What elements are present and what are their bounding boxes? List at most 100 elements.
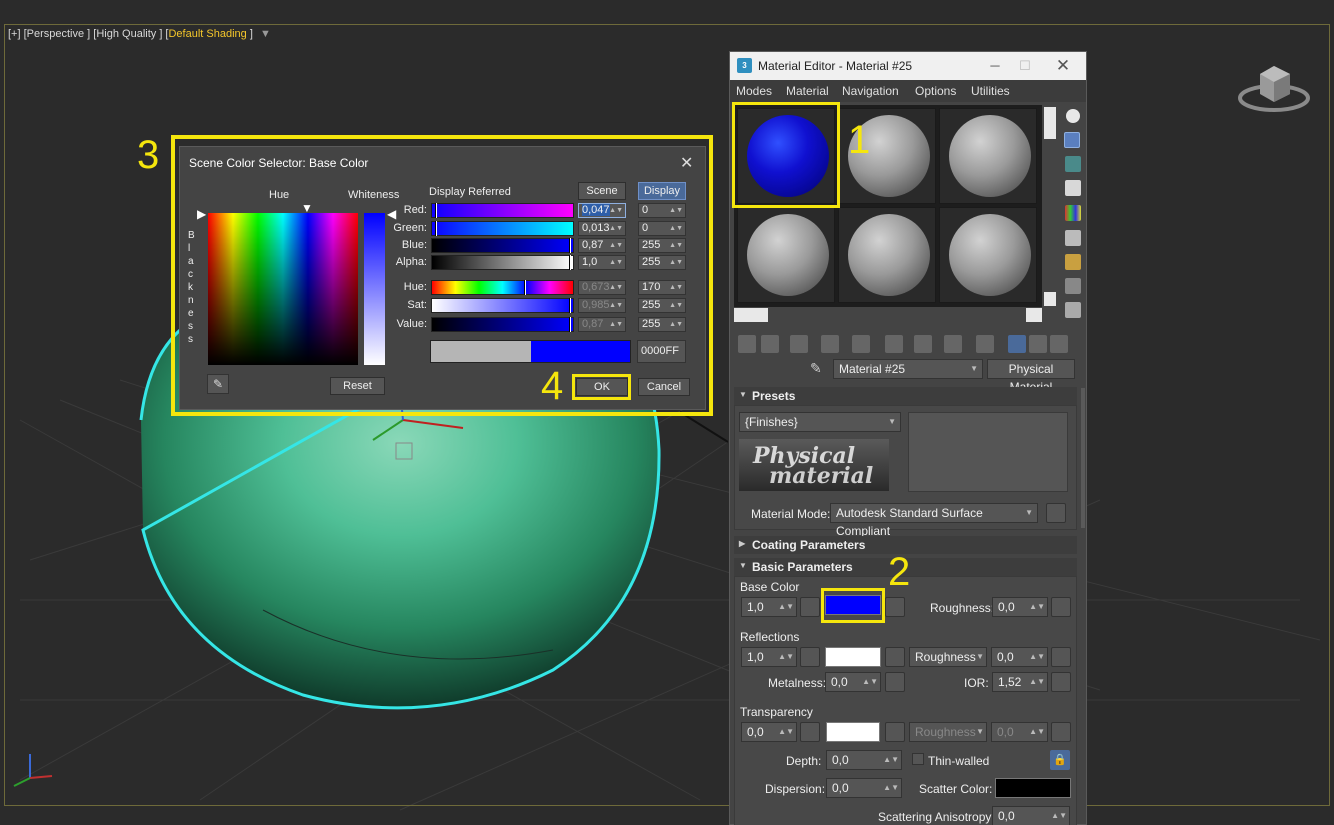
base-weight-spinner[interactable]: 1,0 ▲▼ — [741, 597, 797, 617]
make-preview-icon[interactable] — [1065, 230, 1081, 246]
spinner-arrows-icon[interactable]: ▲▼ — [669, 204, 683, 217]
material-editor-window[interactable]: 3 Material Editor - Material #25 ─ ☐ ✕ M… — [729, 51, 1087, 825]
spinner-arrows-icon[interactable]: ▲▼ — [609, 222, 623, 235]
spinner-arrows-icon[interactable]: ▲▼ — [609, 318, 623, 331]
make-copy-icon[interactable] — [852, 335, 870, 353]
reflection-color-map-button[interactable] — [885, 647, 905, 667]
spinner-arrows-icon[interactable]: ▲▼ — [669, 318, 683, 331]
spinner-arrows-icon[interactable]: ▲▼ — [669, 222, 683, 235]
hue-slider-marker[interactable] — [524, 280, 527, 295]
metalness-spinner[interactable]: 0,0 ▲▼ — [825, 672, 881, 692]
color-selector-dialog[interactable]: Scene Color Selector: Base Color ✕ Hue W… — [179, 146, 706, 410]
alpha-display-spinner[interactable]: 255 ▲▼ — [638, 255, 686, 270]
presets-dropdown[interactable]: {Finishes} ▼ — [739, 412, 901, 432]
put-to-scene-icon[interactable] — [761, 335, 779, 353]
backlight-icon[interactable] — [1064, 132, 1080, 148]
maximize-icon[interactable]: ☐ — [1010, 56, 1040, 76]
save-mode-icon[interactable] — [1046, 503, 1066, 523]
red-slider-marker[interactable] — [434, 203, 437, 218]
menu-options[interactable]: Options — [915, 84, 956, 98]
reset-button[interactable]: Reset — [330, 377, 385, 395]
reflection-roughness-map-button[interactable] — [1051, 647, 1071, 667]
lock-icon[interactable]: 🔒 — [1050, 750, 1070, 770]
spinner-arrows-icon[interactable]: ▲▼ — [669, 281, 683, 294]
menu-material[interactable]: Material — [786, 84, 829, 98]
transparency-roughness-spinner[interactable]: 0,0 ▲▼ — [991, 722, 1048, 742]
value-slider[interactable] — [431, 317, 574, 332]
menu-navigation[interactable]: Navigation — [842, 84, 899, 98]
reflection-roughness-spinner[interactable]: 0,0 ▲▼ — [991, 647, 1048, 667]
spinner-arrows-icon[interactable]: ▲▼ — [778, 723, 794, 741]
material-map-navigator-icon[interactable] — [1065, 302, 1081, 318]
vertical-scrollbar-thumb[interactable] — [1044, 107, 1056, 139]
spinner-arrows-icon[interactable]: ▲▼ — [1029, 673, 1045, 691]
select-by-material-icon[interactable] — [1065, 278, 1081, 294]
scene-button[interactable]: Scene — [578, 182, 626, 200]
sat-slider-marker[interactable] — [568, 298, 571, 313]
cancel-button[interactable]: Cancel — [638, 378, 690, 396]
spinner-arrows-icon[interactable]: ▲▼ — [883, 751, 899, 769]
scattering-anisotropy-spinner[interactable]: 0,0 ▲▼ — [992, 806, 1070, 825]
blue-slider[interactable] — [431, 238, 574, 253]
ior-spinner[interactable]: 1,52 ▲▼ — [992, 672, 1048, 692]
base-roughness-map-button[interactable] — [1051, 597, 1071, 617]
hue-value-spinner[interactable]: 0,673 ▲▼ — [578, 280, 626, 295]
put-to-library-icon[interactable] — [914, 335, 932, 353]
transparency-roughness-map-button[interactable] — [1051, 722, 1071, 742]
base-weight-map-button[interactable] — [800, 597, 820, 617]
spinner-arrows-icon[interactable]: ▲▼ — [609, 256, 623, 269]
menu-modes[interactable]: Modes — [736, 84, 772, 98]
material-name-field[interactable]: Material #25 ▼ — [833, 359, 983, 379]
show-end-result-icon[interactable] — [1008, 335, 1026, 353]
viewcube-icon[interactable] — [1236, 54, 1312, 116]
eyedropper-icon[interactable]: ✎ — [810, 360, 822, 377]
viewport-shading-mode[interactable]: Default Shading — [168, 28, 246, 40]
spinner-arrows-icon[interactable]: ▲▼ — [669, 239, 683, 252]
value-value-spinner[interactable]: 0,87 ▲▼ — [578, 317, 626, 332]
spinner-arrows-icon[interactable]: ▲▼ — [609, 299, 623, 312]
red-slider[interactable] — [431, 203, 574, 218]
sample-uv-tiling-icon[interactable] — [1065, 180, 1081, 196]
make-unique-icon[interactable] — [885, 335, 903, 353]
options-icon[interactable] — [1065, 254, 1081, 270]
viewport-label-prefix[interactable]: [+] [Perspective ] [High Quality ] [ — [8, 28, 168, 40]
value-slider-marker[interactable] — [568, 317, 571, 332]
green-slider[interactable] — [431, 221, 574, 236]
green-display-spinner[interactable]: 0 ▲▼ — [638, 221, 686, 236]
viewport-label[interactable]: [+] [Perspective ] [High Quality ] [Defa… — [8, 28, 271, 40]
spinner-arrows-icon[interactable]: ▲▼ — [862, 673, 878, 691]
blue-slider-marker[interactable] — [568, 238, 571, 253]
blue-display-spinner[interactable]: 255 ▲▼ — [638, 238, 686, 253]
transparency-weight-spinner[interactable]: 0,0 ▲▼ — [741, 722, 797, 742]
go-forward-sibling-icon[interactable] — [1050, 335, 1068, 353]
material-slot-3[interactable] — [939, 108, 1037, 204]
material-slot-5[interactable] — [838, 207, 936, 303]
dispersion-spinner[interactable]: 0,0 ▲▼ — [826, 778, 902, 798]
alpha-value-spinner[interactable]: 1,0 ▲▼ — [578, 255, 626, 270]
base-roughness-spinner[interactable]: 0,0 ▲▼ — [992, 597, 1048, 617]
show-map-in-viewport-icon[interactable] — [976, 335, 994, 353]
spinner-arrows-icon[interactable]: ▲▼ — [1029, 723, 1045, 741]
scatter-color-swatch[interactable] — [995, 778, 1071, 798]
video-color-check-icon[interactable] — [1065, 205, 1081, 221]
spinner-arrows-icon[interactable]: ▲▼ — [1029, 598, 1045, 616]
sat-value-spinner[interactable]: 0,985 ▲▼ — [578, 298, 626, 313]
hue-display-spinner[interactable]: 170 ▲▼ — [638, 280, 686, 295]
display-button[interactable]: Display — [638, 182, 686, 200]
hex-field[interactable]: 0000FF — [637, 340, 686, 363]
menu-utilities[interactable]: Utilities — [971, 84, 1010, 98]
spinner-arrows-icon[interactable]: ▲▼ — [1051, 807, 1067, 825]
sat-slider[interactable] — [431, 298, 574, 313]
spinner-arrows-icon[interactable]: ▲▼ — [609, 281, 623, 294]
material-slot-6[interactable] — [939, 207, 1037, 303]
red-display-spinner[interactable]: 0 ▲▼ — [638, 203, 686, 218]
spinner-arrows-icon[interactable]: ▲▼ — [1029, 648, 1045, 666]
spinner-arrows-icon[interactable]: ▲▼ — [609, 239, 623, 252]
spinner-arrows-icon[interactable]: ▲▼ — [778, 648, 794, 666]
green-value-spinner[interactable]: 0,013 ▲▼ — [578, 221, 626, 236]
transparency-roughness-dropdown[interactable]: Roughness ▼ — [909, 722, 987, 742]
rollout-scrollbar[interactable] — [1081, 388, 1085, 528]
material-slot-4[interactable] — [737, 207, 835, 303]
close-icon[interactable]: ✕ — [1048, 56, 1078, 76]
get-material-icon[interactable] — [738, 335, 756, 353]
